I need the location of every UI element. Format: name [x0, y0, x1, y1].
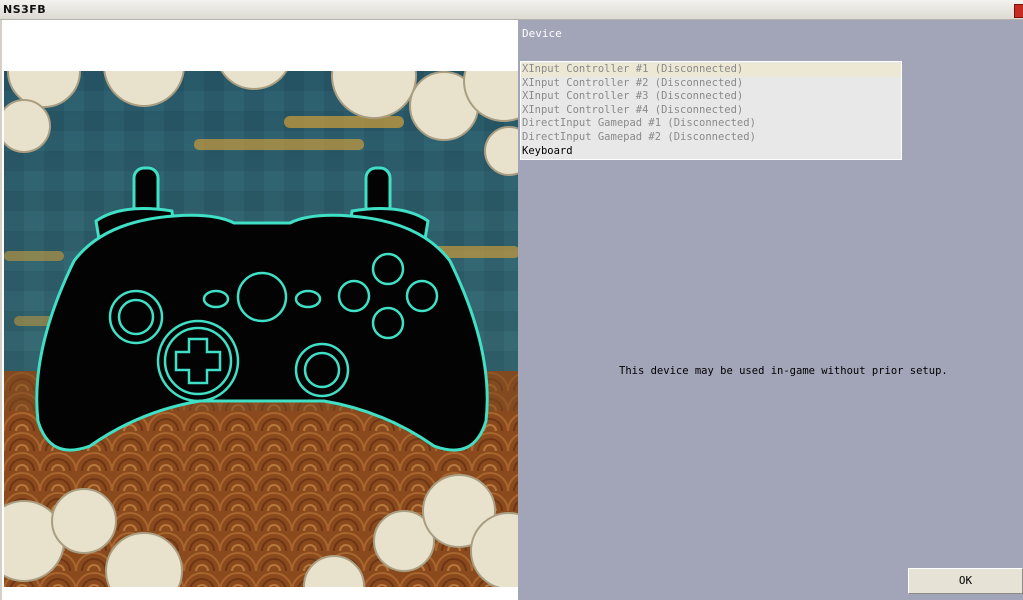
controller-artwork — [4, 71, 520, 587]
device-item-xinput-3[interactable]: XInput Controller #3 (Disconnected) — [521, 90, 901, 104]
device-item-xinput-1[interactable]: XInput Controller #1 (Disconnected) — [521, 63, 901, 77]
device-item-directinput-2[interactable]: DirectInput Gamepad #2 (Disconnected) — [521, 131, 901, 145]
device-info-message: This device may be used in-game without … — [619, 365, 948, 377]
device-item-xinput-4[interactable]: XInput Controller #4 (Disconnected) — [521, 104, 901, 118]
controller-preview-panel — [0, 20, 520, 600]
device-item-directinput-1[interactable]: DirectInput Gamepad #1 (Disconnected) — [521, 117, 901, 131]
window-title: NS3FB — [3, 3, 47, 16]
device-item-xinput-2[interactable]: XInput Controller #2 (Disconnected) — [521, 77, 901, 91]
device-list[interactable]: XInput Controller #1 (Disconnected) XInp… — [520, 61, 902, 160]
ok-button[interactable]: OK — [908, 568, 1023, 594]
device-section-label: Device — [522, 27, 562, 40]
title-bar: NS3FB — [0, 0, 1023, 20]
device-item-keyboard[interactable]: Keyboard — [521, 145, 901, 159]
close-icon[interactable] — [1014, 4, 1023, 18]
device-settings-panel: Device XInput Controller #1 (Disconnecte… — [518, 20, 1023, 600]
